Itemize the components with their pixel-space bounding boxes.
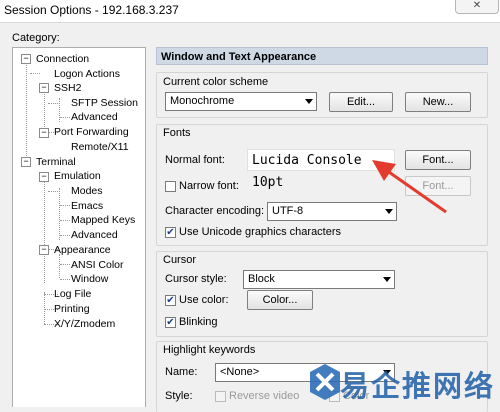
watermark: 易企推网络 <box>306 358 500 406</box>
watermark-text: 易企推网络 <box>340 369 496 403</box>
watermark-logo-icon <box>310 364 340 400</box>
annotation-arrow-icon <box>372 160 447 214</box>
